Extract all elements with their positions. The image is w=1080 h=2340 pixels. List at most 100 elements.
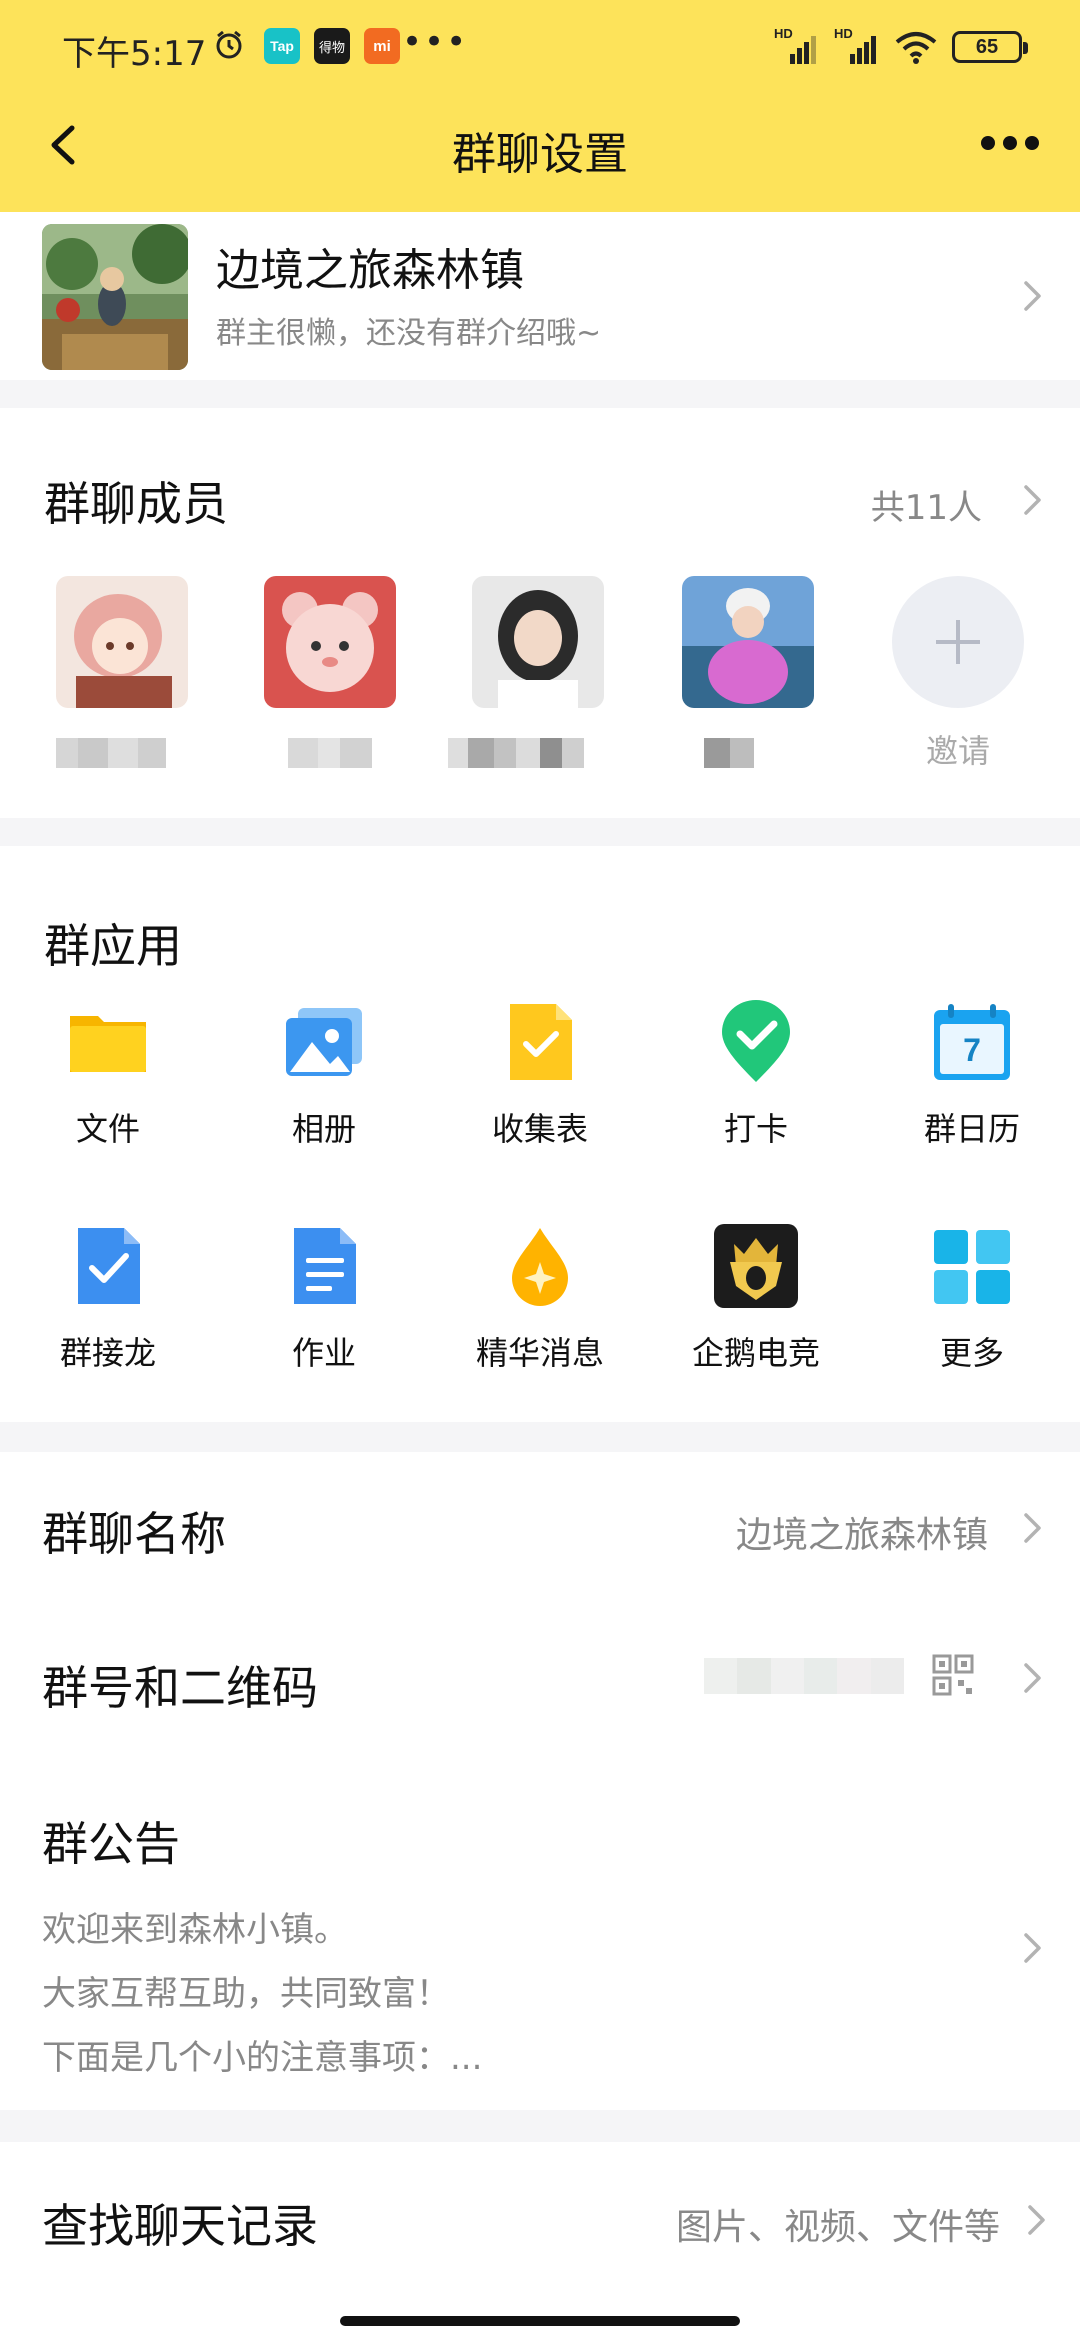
group-name-row[interactable]: 群聊名称 边境之旅森林镇: [0, 1452, 1080, 1608]
notice-line: 大家互帮互助，共同致富！: [42, 1974, 450, 2014]
hd-label: HD: [774, 26, 793, 41]
battery-level: 65: [975, 35, 999, 58]
app-label: 作业: [291, 1334, 356, 1372]
app-label: 打卡: [723, 1110, 788, 1148]
notice-line: 欢迎来到森林小镇。: [42, 1910, 348, 1950]
group-qr-label: 群号和二维码: [42, 1661, 318, 1715]
member-item[interactable]: [264, 576, 396, 768]
app-relay[interactable]: 群接龙: [0, 1224, 216, 1374]
group-name-value: 边境之旅森林镇: [735, 1515, 988, 1556]
app-checkin[interactable]: 打卡: [648, 1000, 864, 1150]
signal-icon: HD: [774, 26, 820, 64]
app-label: 收集表: [491, 1110, 588, 1148]
signal-icon: HD: [834, 26, 880, 64]
nav-bar: 群聊设置: [0, 96, 1080, 212]
taptap-icon: Tap: [264, 28, 300, 64]
group-info-card[interactable]: 边境之旅森林镇 群主很懒，还没有群介绍哦~: [0, 212, 1080, 380]
album-icon: [282, 1000, 366, 1084]
member-avatar: [682, 576, 814, 708]
search-history-hint: 图片、视频、文件等: [675, 2207, 1000, 2248]
member-avatar: [472, 576, 604, 708]
home-indicator[interactable]: [340, 2316, 740, 2326]
app-label: 群接龙: [59, 1334, 156, 1372]
relay-icon: [66, 1224, 150, 1308]
chevron-right-icon: [1022, 278, 1044, 314]
form-icon: [498, 1000, 582, 1084]
app-essence[interactable]: 精华消息: [432, 1224, 648, 1374]
apps-title: 群应用: [44, 919, 182, 973]
more-apps-icon: [930, 1224, 1014, 1308]
wifi-icon: [894, 30, 938, 64]
group-notice-label: 群公告: [42, 1817, 180, 1871]
member-name-redacted: [704, 738, 814, 768]
dewu-label: 得物: [318, 39, 345, 55]
member-name-redacted: [56, 738, 188, 768]
member-avatar: [56, 576, 188, 708]
essence-icon: [498, 1224, 582, 1308]
app-label: 群日历: [923, 1110, 1020, 1148]
group-avatar: [42, 224, 188, 370]
chevron-right-icon: [1022, 1660, 1044, 1696]
member-item[interactable]: [56, 576, 188, 768]
member-name-redacted: [288, 738, 396, 768]
app-label: 相册: [291, 1110, 356, 1148]
status-time: 下午5:17: [62, 34, 207, 74]
app-form[interactable]: 收集表: [432, 1000, 648, 1150]
invite-label: 邀请: [925, 732, 990, 770]
group-name-label: 群聊名称: [42, 1507, 226, 1561]
members-card: 群聊成员 共11人 邀请: [0, 408, 1080, 818]
xiaomi-icon: mi: [364, 28, 400, 64]
app-esports[interactable]: 企鹅电竞: [648, 1224, 864, 1374]
member-item[interactable]: [682, 576, 814, 768]
app-label: 文件: [75, 1110, 140, 1148]
settings-card: 群聊名称 边境之旅森林镇 群号和二维码 群公告 欢迎来到森林小镇。 大家互帮互助…: [0, 1452, 1080, 2110]
taptap-label: Tap: [270, 38, 294, 54]
app-label: 企鹅电竞: [691, 1334, 820, 1372]
app-more[interactable]: 更多: [864, 1224, 1080, 1374]
invite-button[interactable]: 邀请: [892, 576, 1024, 772]
hd-label: HD: [834, 26, 853, 41]
group-apps-card: 群应用 文件 相册 收集表 打卡 7 群日历 群接龙 作业 精华消息 企鹅电竞 …: [0, 846, 1080, 1422]
notice-line: 下面是几个小的注意事项：...: [42, 2038, 483, 2078]
calendar-icon: 7: [930, 1000, 1014, 1084]
alarm-icon: [214, 30, 244, 60]
dot-icon: [1025, 136, 1039, 150]
checkin-icon: [714, 1000, 798, 1084]
app-label: 更多: [939, 1334, 1004, 1372]
app-album[interactable]: 相册: [216, 1000, 432, 1150]
members-title: 群聊成员: [44, 477, 228, 531]
status-more-dots: •••: [402, 22, 469, 62]
chevron-right-icon: [1022, 1930, 1044, 1966]
dot-icon: [981, 136, 995, 150]
header-bar: 下午5:17 Tap 得物 mi ••• HD HD 65 群聊设置: [0, 0, 1080, 212]
group-description: 群主很懒，还没有群介绍哦~: [216, 316, 602, 351]
member-avatar: [264, 576, 396, 708]
members-count[interactable]: 共11人: [871, 480, 982, 529]
more-options-button[interactable]: [970, 118, 1050, 168]
group-qr-row[interactable]: 群号和二维码: [0, 1608, 1080, 1764]
search-history-label: 查找聊天记录: [42, 2199, 318, 2253]
group-notice-row[interactable]: 群公告 欢迎来到森林小镇。 大家互帮互助，共同致富！ 下面是几个小的注意事项：.…: [0, 1764, 1080, 2110]
search-history-row[interactable]: 查找聊天记录 图片、视频、文件等: [0, 2142, 1080, 2340]
group-name: 边境之旅森林镇: [216, 245, 524, 296]
app-files[interactable]: 文件: [0, 1000, 216, 1150]
battery-icon: 65: [952, 31, 1028, 63]
page-title: 群聊设置: [452, 129, 628, 180]
app-homework[interactable]: 作业: [216, 1224, 432, 1374]
chevron-right-icon[interactable]: [1022, 482, 1044, 518]
xiaomi-label: mi: [373, 37, 391, 55]
homework-icon: [282, 1224, 366, 1308]
esports-icon: [714, 1224, 798, 1308]
status-bar: 下午5:17 Tap 得物 mi ••• HD HD 65: [0, 0, 1080, 96]
plus-icon: [892, 576, 1024, 708]
dot-icon: [1003, 136, 1017, 150]
member-item[interactable]: [448, 576, 604, 768]
app-calendar[interactable]: 7 群日历: [864, 1000, 1080, 1150]
chevron-right-icon: [1022, 1510, 1044, 1546]
member-name-redacted: [448, 738, 604, 768]
folder-icon: [66, 1000, 150, 1084]
app-label: 精华消息: [475, 1334, 604, 1372]
qr-code-icon: [932, 1654, 974, 1696]
calendar-day: 7: [963, 1032, 981, 1068]
chevron-right-icon: [1026, 2202, 1048, 2238]
